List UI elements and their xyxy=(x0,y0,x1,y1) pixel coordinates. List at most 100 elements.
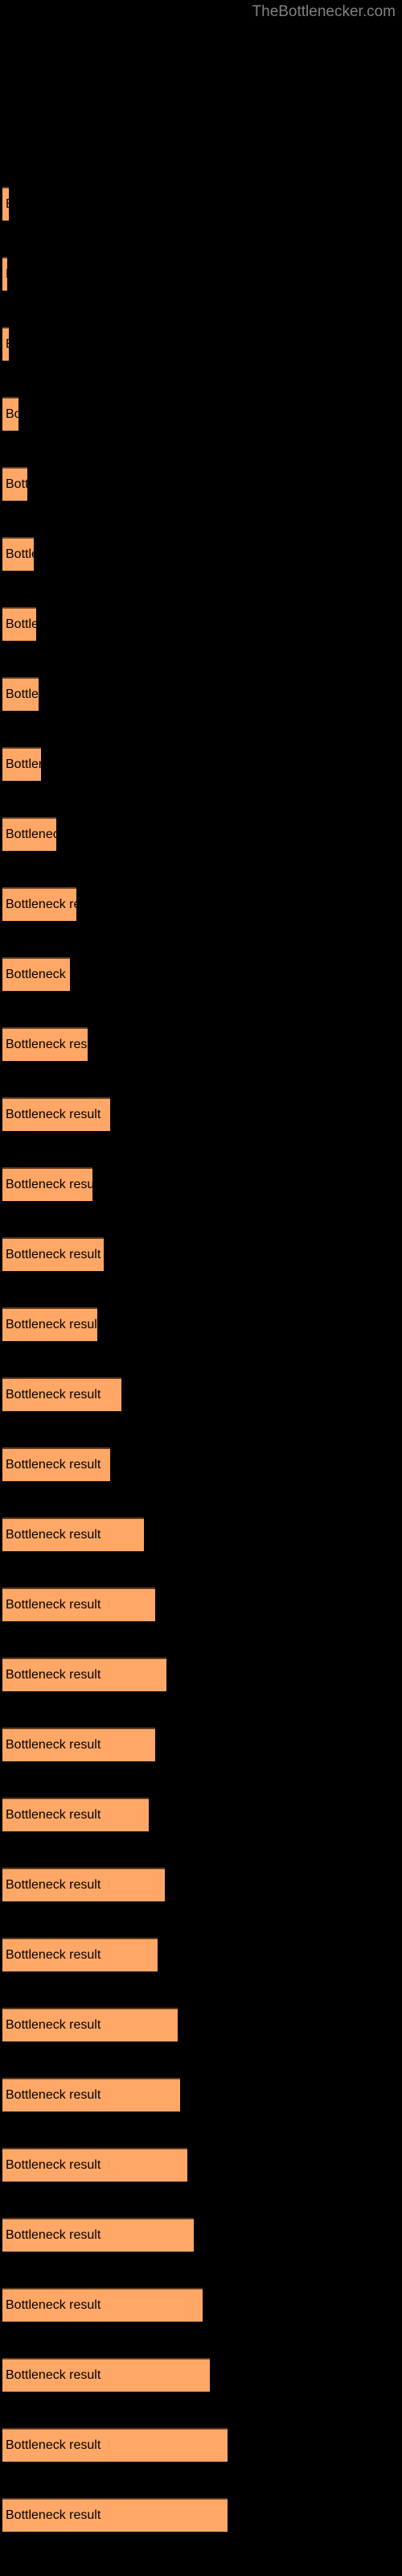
bar: Bottleneck result xyxy=(2,2008,178,2041)
bar-label: Bottleneck result xyxy=(6,1108,101,1121)
bar: Bottleneck result xyxy=(2,2218,194,2252)
bar-row: Bottleneck result xyxy=(0,1027,402,1061)
bar: Bottleneck result xyxy=(2,1167,92,1201)
bar-label: Bottleneck result xyxy=(6,968,70,981)
bar-label: Bottleneck result xyxy=(6,268,7,281)
bar: Bottleneck result xyxy=(2,1587,155,1621)
bar-row: Bottleneck result xyxy=(0,1657,402,1691)
bar: Bottleneck result xyxy=(2,1377,121,1411)
bar-label: Bottleneck result xyxy=(6,1878,101,1892)
bar: Bottleneck result xyxy=(2,1798,149,1831)
bar-row: Bottleneck result xyxy=(0,887,402,921)
bar: Bottleneck result xyxy=(2,2078,180,2112)
bar-row: Bottleneck result xyxy=(0,2358,402,2392)
bar-label: Bottleneck result xyxy=(6,2228,101,2242)
bar-label: Bottleneck result xyxy=(6,198,9,211)
bar-label: Bottleneck result xyxy=(6,547,34,561)
bar-label: Bottleneck result xyxy=(6,1248,101,1261)
bar-row: Bottleneck result xyxy=(0,2218,402,2252)
bar-label: Bottleneck result xyxy=(6,898,76,911)
bar-label: Bottleneck result xyxy=(6,1458,101,1472)
bar-row: Bottleneck result xyxy=(0,1868,402,1901)
bottleneck-bar-chart: Bottleneck result Bottleneck result Bottle… xyxy=(0,0,402,2576)
bar: Bottleneck result xyxy=(2,257,7,291)
bar-label: Bottleneck result xyxy=(6,1808,101,1822)
bar-row: Bottleneck result xyxy=(0,2078,402,2112)
bar: Bottleneck result xyxy=(2,1447,110,1481)
bar-label: Bottleneck result xyxy=(6,1038,88,1051)
bar-row: Bottleneck result xyxy=(0,1447,402,1481)
bar-label: Bottleneck result xyxy=(6,758,41,771)
bar-row: Bottleneck result xyxy=(0,677,402,711)
bar: Bottleneck result xyxy=(2,327,9,361)
bar-label: Bottleneck result xyxy=(6,1598,101,1612)
bar-label: Bottleneck result xyxy=(6,687,39,701)
bar: Bottleneck result xyxy=(2,467,27,501)
bar-row: Bottleneck result xyxy=(0,327,402,361)
bar-label: Bottleneck result xyxy=(6,1528,101,1542)
bar: Bottleneck result xyxy=(2,1517,144,1551)
bar: Bottleneck result xyxy=(2,607,36,641)
bar-label: Bottleneck result xyxy=(6,477,27,491)
bar-row: Bottleneck result xyxy=(0,607,402,641)
bar: Bottleneck result xyxy=(2,1307,97,1341)
bar: Bottleneck result xyxy=(2,1027,88,1061)
bar-label: Bottleneck result xyxy=(6,2158,101,2172)
bar: Bottleneck result xyxy=(2,2358,210,2392)
bar: Bottleneck result xyxy=(2,397,18,431)
bar-label: Bottleneck result xyxy=(6,407,18,421)
bar: Bottleneck result xyxy=(2,887,76,921)
bar: Bottleneck result xyxy=(2,1237,104,1271)
bar-row: Bottleneck result xyxy=(0,1728,402,1761)
bar-row: Bottleneck result xyxy=(0,467,402,501)
bar: Bottleneck result xyxy=(2,187,9,221)
bar: Bottleneck result xyxy=(2,747,41,781)
bar-row: Bottleneck result xyxy=(0,2428,402,2462)
bar-label: Bottleneck result xyxy=(6,338,9,351)
bar: Bottleneck result xyxy=(2,1657,166,1691)
bar-row: Bottleneck result xyxy=(0,747,402,781)
bar-label: Bottleneck result xyxy=(6,1668,101,1682)
bar-row: Bottleneck result xyxy=(0,187,402,221)
bar-row: Bottleneck result xyxy=(0,2148,402,2182)
bar-row: Bottleneck result xyxy=(0,1377,402,1411)
bar-label: Bottleneck result xyxy=(6,828,56,841)
bar-row: Bottleneck result xyxy=(0,1097,402,1131)
bar-label: Bottleneck result xyxy=(6,1948,101,1962)
bar: Bottleneck result xyxy=(2,817,56,851)
bar: Bottleneck result xyxy=(2,537,34,571)
bar-label: Bottleneck result xyxy=(6,2438,101,2452)
bar-label: Bottleneck result xyxy=(6,2508,101,2522)
bar: Bottleneck result xyxy=(2,1728,155,1761)
bar-label: Bottleneck result xyxy=(6,1738,101,1752)
bar-label: Bottleneck result xyxy=(6,2298,101,2312)
bar-row: Bottleneck result xyxy=(0,2498,402,2532)
bar-row: Bottleneck result xyxy=(0,1517,402,1551)
bar-label: Bottleneck result xyxy=(6,1388,101,1402)
bar: Bottleneck result xyxy=(2,2288,203,2322)
bar: Bottleneck result xyxy=(2,957,70,991)
bar-label: Bottleneck result xyxy=(6,2368,101,2382)
bar-row: Bottleneck result xyxy=(0,1167,402,1201)
bar-label: Bottleneck result xyxy=(6,617,36,631)
bar-label: Bottleneck result xyxy=(6,2018,101,2032)
bar-row: Bottleneck result xyxy=(0,1587,402,1621)
bar-row: Bottleneck result xyxy=(0,1938,402,1971)
bar-row: Bottleneck result xyxy=(0,397,402,431)
bar-row: Bottleneck result xyxy=(0,957,402,991)
bar-row: Bottleneck result xyxy=(0,817,402,851)
bar-row: Bottleneck result xyxy=(0,2288,402,2322)
bar-row: Bottleneck result xyxy=(0,2008,402,2041)
bar-row: Bottleneck result xyxy=(0,537,402,571)
bar-label: Bottleneck result xyxy=(6,2088,101,2102)
bar-row: Bottleneck result xyxy=(0,1307,402,1341)
bar-label: Bottleneck result xyxy=(6,1178,92,1191)
bar: Bottleneck result xyxy=(2,677,39,711)
bar: Bottleneck result xyxy=(2,2148,187,2182)
bar-row: Bottleneck result xyxy=(0,1798,402,1831)
bar: Bottleneck result xyxy=(2,1868,165,1901)
bar: Bottleneck result xyxy=(2,1938,158,1971)
bar-row: Bottleneck result xyxy=(0,257,402,291)
bar: Bottleneck result xyxy=(2,2498,228,2532)
bar: Bottleneck result xyxy=(2,1097,110,1131)
